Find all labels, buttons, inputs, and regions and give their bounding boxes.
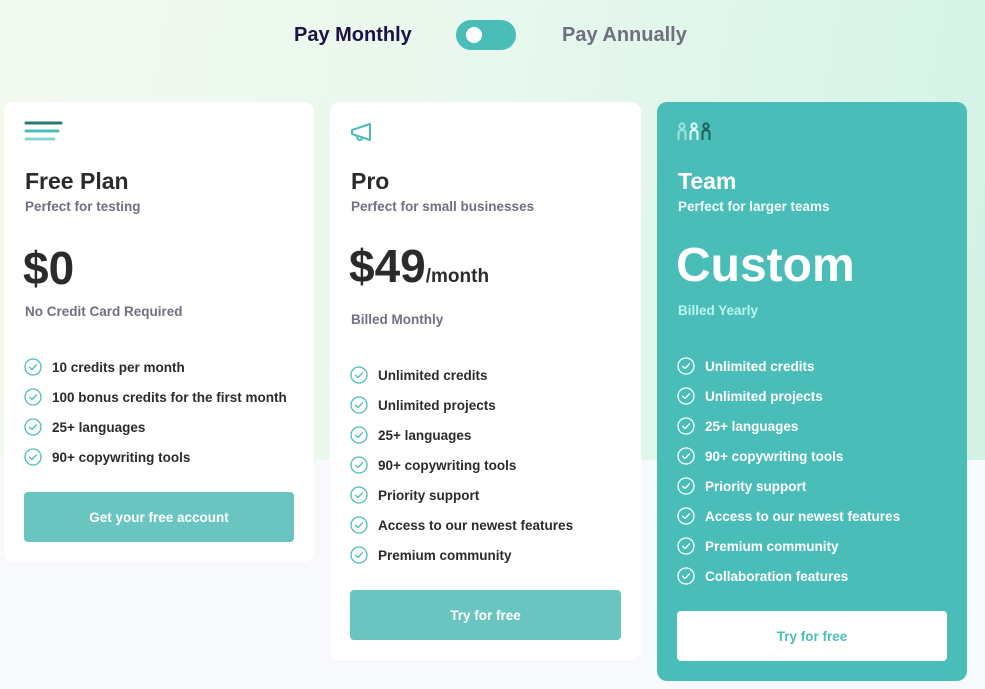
- billing-toggle: Pay Monthly Pay Annually: [0, 20, 985, 52]
- price-amount: Custom: [676, 239, 855, 292]
- feature-text: 25+ languages: [378, 427, 472, 443]
- check-circle-icon: [350, 426, 368, 444]
- plan-card-free: Free Plan Perfect for testing $0 No Cred…: [4, 102, 314, 562]
- get-free-account-button[interactable]: Get your free account: [24, 492, 294, 542]
- feature-item: Access to our newest features: [677, 501, 900, 531]
- feature-item: Unlimited projects: [677, 381, 900, 411]
- pay-annually-label[interactable]: Pay Annually: [562, 24, 687, 47]
- feature-text: Unlimited credits: [378, 367, 488, 383]
- feature-item: 25+ languages: [350, 420, 573, 450]
- pro-try-for-free-button[interactable]: Try for free: [350, 590, 621, 640]
- feature-item: 90+ copywriting tools: [350, 450, 573, 480]
- feature-text: Access to our newest features: [705, 508, 901, 524]
- check-circle-icon: [350, 516, 368, 534]
- billing-note: No Credit Card Required: [25, 304, 183, 319]
- feature-item: Collaboration features: [677, 561, 900, 591]
- megaphone-icon: [351, 123, 371, 142]
- check-circle-icon: [677, 447, 695, 465]
- feature-item: Priority support: [350, 480, 573, 510]
- team-try-for-free-button[interactable]: Try for free: [677, 611, 947, 661]
- feature-item: 100 bonus credits for the first month: [24, 382, 287, 412]
- price-amount: $49: [349, 240, 426, 292]
- feature-list: Unlimited credits Unlimited projects 25+…: [350, 360, 573, 570]
- plan-name: Pro: [351, 168, 390, 194]
- check-circle-icon: [350, 456, 368, 474]
- check-circle-icon: [677, 507, 695, 525]
- billing-note: Billed Monthly: [351, 312, 444, 327]
- plan-subtitle: Perfect for testing: [25, 199, 141, 214]
- feature-item: Premium community: [677, 531, 900, 561]
- feature-text: 90+ copywriting tools: [378, 457, 517, 473]
- feature-item: Access to our newest features: [350, 510, 573, 540]
- check-circle-icon: [24, 388, 42, 406]
- check-circle-icon: [677, 567, 695, 585]
- feature-text: 100 bonus credits for the first month: [52, 389, 287, 405]
- plan-price: $0: [23, 245, 74, 291]
- feature-item: Priority support: [677, 471, 900, 501]
- feature-item: 90+ copywriting tools: [677, 441, 900, 471]
- feature-item: Unlimited credits: [350, 360, 573, 390]
- team-icon: [677, 122, 711, 140]
- check-circle-icon: [350, 396, 368, 414]
- check-circle-icon: [24, 448, 42, 466]
- feature-text: Priority support: [378, 487, 480, 503]
- feature-text: Premium community: [705, 538, 839, 554]
- feature-item: 90+ copywriting tools: [24, 442, 287, 472]
- price-unit: /month: [425, 266, 490, 287]
- feature-item: Premium community: [350, 540, 573, 570]
- feature-list: Unlimited credits Unlimited projects 25+…: [677, 351, 900, 591]
- check-circle-icon: [677, 417, 695, 435]
- price-amount: $0: [23, 242, 75, 294]
- feature-text: Collaboration features: [705, 568, 849, 584]
- check-circle-icon: [24, 358, 42, 376]
- plan-subtitle: Perfect for small businesses: [351, 199, 535, 214]
- billing-period-switch[interactable]: [456, 20, 516, 50]
- feature-text: Unlimited projects: [378, 397, 496, 413]
- feature-text: 25+ languages: [705, 418, 799, 434]
- feature-text: 90+ copywriting tools: [52, 449, 191, 465]
- feature-item: Unlimited projects: [350, 390, 573, 420]
- plan-subtitle: Perfect for larger teams: [678, 199, 830, 214]
- lines-icon: [24, 121, 63, 141]
- check-circle-icon: [24, 418, 42, 436]
- feature-item: 25+ languages: [677, 411, 900, 441]
- check-circle-icon: [677, 537, 695, 555]
- pay-monthly-label[interactable]: Pay Monthly: [294, 24, 412, 47]
- feature-text: Premium community: [378, 547, 512, 563]
- feature-item: 10 credits per month: [24, 352, 287, 382]
- feature-text: 90+ copywriting tools: [705, 448, 844, 464]
- plan-price: $49/month: [349, 243, 489, 289]
- check-circle-icon: [677, 477, 695, 495]
- feature-text: 25+ languages: [52, 419, 146, 435]
- plan-card-team: Team Perfect for larger teams Custom Bil…: [657, 102, 967, 681]
- plan-card-pro: Pro Perfect for small businesses $49/mon…: [330, 102, 641, 660]
- check-circle-icon: [350, 546, 368, 564]
- check-circle-icon: [350, 366, 368, 384]
- check-circle-icon: [677, 387, 695, 405]
- plan-price: Custom: [676, 242, 855, 290]
- switch-knob: [466, 27, 482, 43]
- check-circle-icon: [677, 357, 695, 375]
- feature-item: 25+ languages: [24, 412, 287, 442]
- feature-text: Unlimited projects: [705, 388, 823, 404]
- check-circle-icon: [350, 486, 368, 504]
- feature-text: Priority support: [705, 478, 807, 494]
- billing-note: Billed Yearly: [678, 303, 759, 318]
- feature-text: 10 credits per month: [52, 359, 185, 375]
- plan-name: Free Plan: [25, 168, 129, 194]
- feature-item: Unlimited credits: [677, 351, 900, 381]
- plan-name: Team: [678, 168, 737, 194]
- feature-list: 10 credits per month 100 bonus credits f…: [24, 352, 287, 472]
- feature-text: Access to our newest features: [378, 517, 574, 533]
- feature-text: Unlimited credits: [705, 358, 815, 374]
